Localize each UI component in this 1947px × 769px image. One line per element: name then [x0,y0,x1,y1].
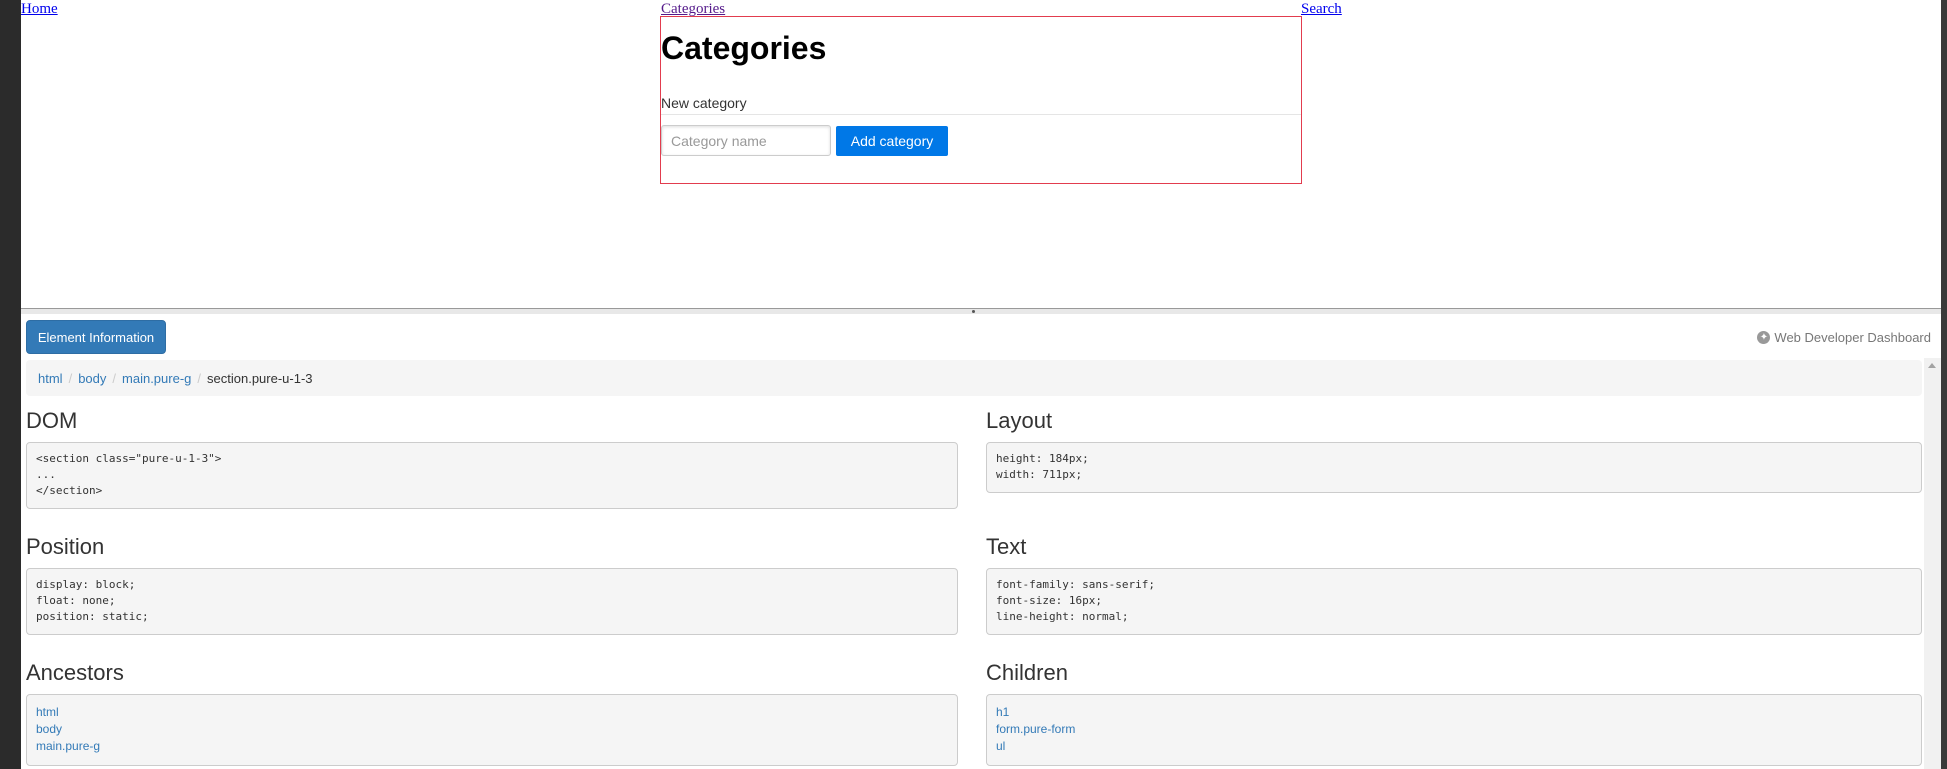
layout-line: width: 711px; [996,468,1083,481]
legend-divider [661,114,1301,115]
ancestor-link-html[interactable]: html [36,704,948,721]
breadcrumb-item-html[interactable]: html [38,371,63,386]
element-information-button[interactable]: Element Information [26,320,166,354]
globe-icon: ✦ [1757,331,1771,344]
dom-code-box: <section class="pure-u-1-3">... </section… [26,442,958,509]
position-line: display: block; [36,578,136,591]
nav-link-home[interactable]: Home [21,0,58,18]
breadcrumb-separator: / [112,370,117,386]
child-link-ul[interactable]: ul [996,738,1912,755]
ancestor-link-body[interactable]: body [36,721,948,738]
ancestor-link-main[interactable]: main.pure-g [36,738,948,755]
add-category-button[interactable]: Add category [836,126,948,156]
child-link-h1[interactable]: h1 [996,704,1912,721]
layout-line: height: 184px; [996,452,1089,465]
ancestors-list: html body main.pure-g [26,694,958,766]
scroll-up-arrow-icon[interactable] [1928,363,1936,368]
layout-panel-title: Layout [986,408,1053,433]
web-developer-dashboard: Element Information ✦ Web Developer Dash… [21,314,1941,769]
browser-viewport: Home Categories Search Categories New ca… [21,0,1941,769]
breadcrumb-item-main[interactable]: main.pure-g [122,371,191,386]
text-panel-title: Text [986,534,1027,559]
dom-line: <section class="pure-u-1-3"> [36,452,222,465]
scrollbar[interactable] [1924,358,1941,769]
layout-code-box: height: 184px; width: 711px; [986,442,1922,493]
breadcrumb-separator: / [68,370,73,386]
category-name-input[interactable] [661,125,831,156]
breadcrumb-item-section: section.pure-u-1-3 [207,370,313,386]
window-edge [1941,0,1947,769]
dom-panel-title: DOM [26,408,78,433]
position-line: position: static; [36,610,149,623]
text-code-box: font-family: sans-serif; font-size: 16px;… [986,568,1922,635]
position-panel-title: Position [26,534,105,559]
breadcrumb: html / body / main.pure-g / section.pure… [26,360,1922,396]
form-legend: New category [661,95,747,111]
grip-dot-icon[interactable] [972,310,975,313]
breadcrumb-item-body[interactable]: body [78,371,106,386]
dashboard-title: ✦ Web Developer Dashboard [1757,330,1931,345]
child-link-form[interactable]: form.pure-form [996,721,1912,738]
ancestors-panel-title: Ancestors [26,660,124,685]
children-panel-title: Children [986,660,1068,685]
page-title: Categories [661,30,827,66]
dashboard-title-text: Web Developer Dashboard [1774,330,1931,345]
text-line: font-family: sans-serif; [996,578,1155,591]
nav-link-search[interactable]: Search [1301,0,1342,18]
page-content: Home Categories Search Categories New ca… [21,0,1941,310]
breadcrumb-separator: / [197,370,202,386]
text-line: line-height: normal; [996,610,1129,623]
text-line: font-size: 16px; [996,594,1102,607]
children-list: h1 form.pure-form ul [986,694,1922,766]
dom-line: </section> [36,484,103,497]
position-code-box: display: block; float: none; position: sta… [26,568,958,635]
position-line: float: none; [36,594,116,607]
dom-line: ... [36,468,56,481]
